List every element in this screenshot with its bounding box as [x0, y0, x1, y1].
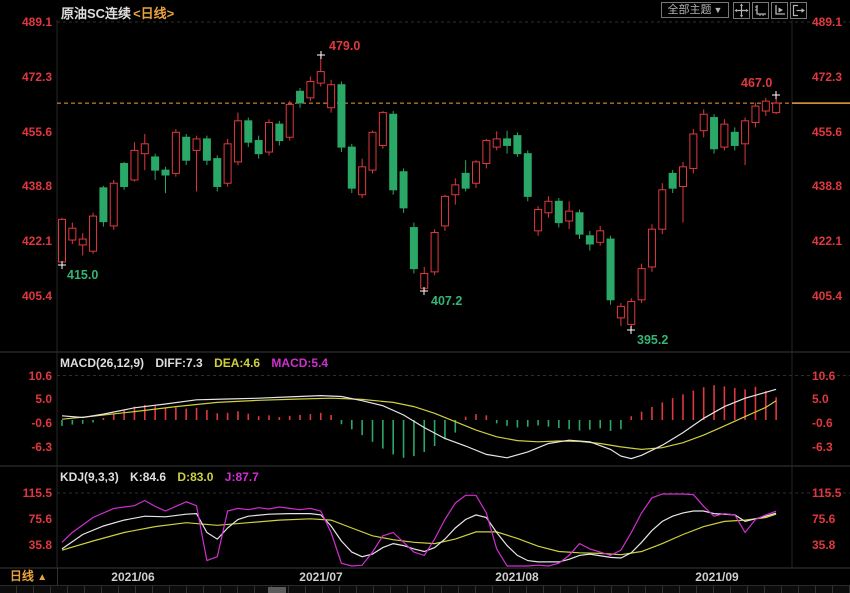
price-axis-label-right: 472.3	[812, 70, 842, 84]
gridlines	[0, 20, 850, 568]
extreme-price-label: 467.0	[741, 76, 772, 90]
kdj-indicator-header: KDJ(9,3,3) K:84.6 D:83.0 J:87.7	[60, 470, 259, 484]
kdj-j-value: J:87.7	[225, 470, 259, 484]
price-axis-label-left: 455.6	[0, 125, 52, 139]
theme-dropdown[interactable]: 全部主题▼	[661, 2, 729, 18]
kdj-axis-label-right: 35.8	[812, 538, 835, 552]
macd-diff-value: DIFF:7.3	[155, 356, 202, 370]
macd-panel	[62, 385, 776, 458]
kdj-panel	[62, 494, 776, 566]
triangle-up-icon: ▲	[37, 572, 47, 583]
extreme-price-label: 395.2	[637, 333, 668, 347]
kdj-axis-label-right: 115.5	[812, 486, 841, 500]
kdj-k-value: K:84.6	[130, 470, 166, 484]
price-axis-label-right: 438.8	[812, 179, 842, 193]
macd-indicator-header: MACD(26,12,9) DIFF:7.3 DEA:4.6 MACD:5.4	[60, 356, 328, 370]
axis-playback-icon	[772, 3, 787, 18]
axis-scale-button[interactable]	[752, 2, 769, 19]
extreme-price-label: 415.0	[67, 268, 98, 282]
kdj-axis-label-left: 115.5	[0, 486, 52, 500]
chart-title: 原油SC连续<日线>	[61, 3, 174, 22]
kdj-axis-label-left: 35.8	[0, 538, 52, 552]
price-axis-label-right: 405.4	[812, 289, 842, 303]
exit-chart-button[interactable]	[790, 2, 807, 19]
macd-axis-label-left: 5.0	[0, 392, 52, 406]
price-annotations: 415.0 479.0 407.2 395.2 467.0	[58, 39, 780, 347]
kdj-params: KDJ(9,3,3)	[60, 470, 119, 484]
exit-chart-icon	[791, 3, 806, 18]
price-axis-label-left: 489.1	[0, 15, 52, 29]
date-axis-label: 2021/08	[495, 570, 538, 584]
macd-macd-value: MACD:5.4	[271, 356, 328, 370]
instrument-name: 原油SC连续	[61, 6, 131, 21]
kdj-d-value: D:83.0	[177, 470, 213, 484]
macd-axis-label-right: 10.6	[812, 369, 835, 383]
horizontal-scrollbar[interactable]	[0, 585, 850, 593]
kdj-axis-label-left: 75.6	[0, 512, 52, 526]
price-axis-label-right: 422.1	[812, 234, 842, 248]
price-axis-label-left: 472.3	[0, 70, 52, 84]
date-axis-label: 2021/09	[695, 570, 738, 584]
period-tag: <日线>	[133, 6, 174, 21]
scrollbar-thumb[interactable]	[268, 587, 286, 593]
theme-dropdown-label: 全部主题	[668, 4, 712, 16]
price-axis-label-left: 405.4	[0, 289, 52, 303]
extreme-price-label: 407.2	[431, 294, 462, 308]
axis-playback-button[interactable]	[771, 2, 788, 19]
macd-axis-label-left: 10.6	[0, 369, 52, 383]
period-label: 日线	[10, 569, 34, 583]
date-axis-label: 2021/07	[299, 570, 342, 584]
chart-canvas[interactable]: 415.0 479.0 407.2 395.2 467.0	[0, 0, 850, 593]
price-axis-label-left: 422.1	[0, 234, 52, 248]
pan-crosshair-icon	[734, 3, 749, 18]
kdj-axis-label-right: 75.6	[812, 512, 835, 526]
macd-dea-value: DEA:4.6	[214, 356, 260, 370]
price-axis-label-right: 455.6	[812, 125, 842, 139]
macd-params: MACD(26,12,9)	[60, 356, 144, 370]
macd-axis-label-left: -0.6	[0, 416, 52, 430]
extreme-price-label: 479.0	[329, 39, 360, 53]
candles-layer[interactable]	[59, 55, 780, 330]
macd-axis-label-right: -0.6	[812, 416, 833, 430]
chevron-down-icon: ▼	[714, 5, 723, 15]
chart-window: 415.0 479.0 407.2 395.2 467.0 原油SC连续<日线> 全部主…	[0, 0, 850, 593]
price-axis-label-left: 438.8	[0, 179, 52, 193]
macd-axis-label-right: 5.0	[812, 392, 829, 406]
axis-scale-icon	[753, 3, 768, 18]
macd-axis-label-left: -6.3	[0, 440, 52, 454]
macd-axis-label-right: -6.3	[812, 440, 833, 454]
date-axis-label: 2021/06	[111, 570, 154, 584]
period-selector[interactable]: 日线 ▲	[0, 568, 58, 585]
pan-crosshair-button[interactable]	[733, 2, 750, 19]
price-axis-label-right: 489.1	[812, 15, 842, 29]
